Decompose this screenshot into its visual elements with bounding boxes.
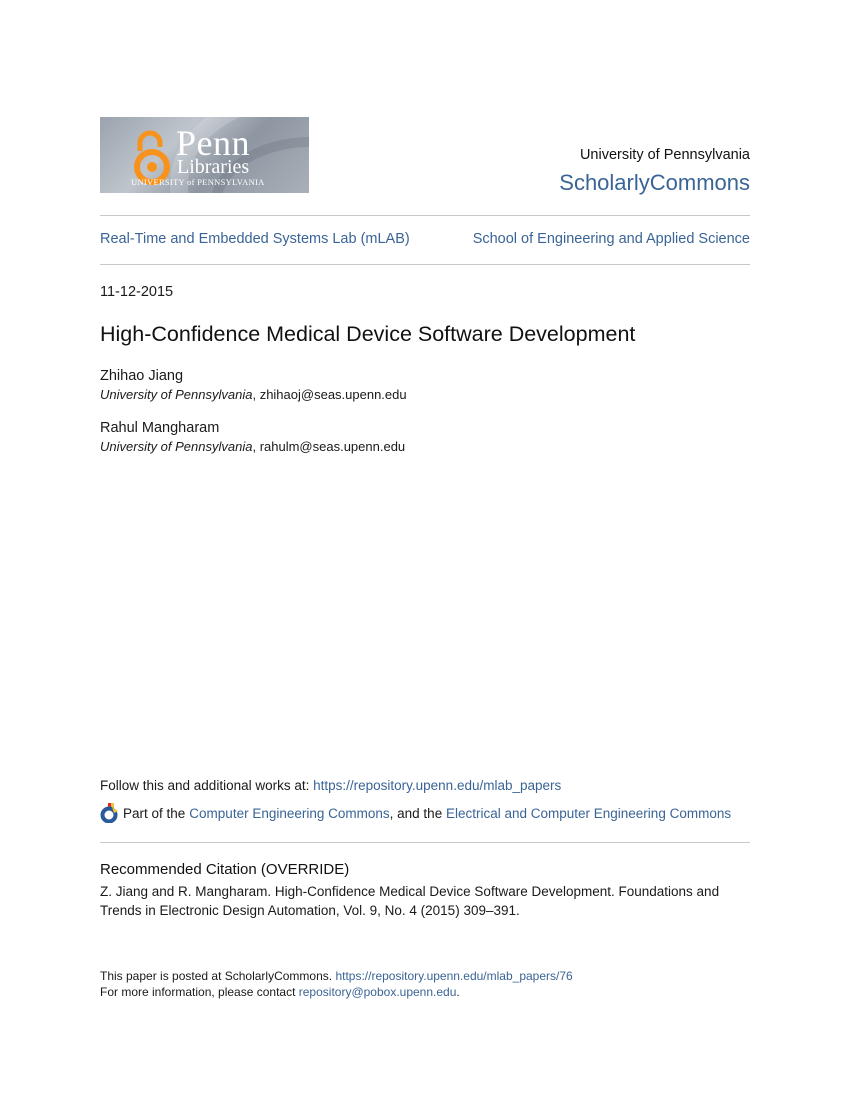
part-of-prefix: Part of the (123, 805, 186, 821)
part-of-line: Part of the Computer Engineering Commons… (100, 803, 731, 823)
computer-engineering-commons-link[interactable]: Computer Engineering Commons (189, 806, 389, 821)
institution-name: University of Pennsylvania (579, 147, 750, 163)
affiliation-institution: University of Pennsylvania (100, 387, 253, 402)
author-affiliation: University of Pennsylvania, zhihaoj@seas… (100, 387, 407, 402)
divider (100, 264, 750, 265)
divider (100, 842, 750, 843)
logo-university-text: UNIVERSITY of PENNSYLVANIA (131, 177, 265, 187)
follow-label: Follow this and additional works at: (100, 778, 314, 793)
divider (100, 215, 750, 216)
posted-line: This paper is posted at ScholarlyCommons… (100, 969, 573, 983)
paper-url-link[interactable]: https://repository.upenn.edu/mlab_papers… (335, 969, 572, 983)
posted-label: This paper is posted at ScholarlyCommons… (100, 969, 336, 983)
contact-line: For more information, please contact rep… (100, 985, 460, 999)
author-name: Zhihao Jiang (100, 368, 184, 384)
contact-label: For more information, please contact (100, 985, 299, 999)
logo-libraries-text: Libraries (177, 156, 250, 178)
electrical-computer-engineering-commons-link[interactable]: Electrical and Computer Engineering Comm… (446, 806, 731, 821)
scholarlycommons-link[interactable]: ScholarlyCommons (559, 170, 750, 196)
author-email: , rahulm@seas.upenn.edu (252, 439, 406, 454)
bepress-commons-icon (100, 803, 118, 823)
author-email: , zhihaoj@seas.upenn.edu (252, 387, 407, 402)
document-title: High-Confidence Medical Device Software … (100, 322, 636, 346)
citation-heading: Recommended Citation (OVERRIDE) (100, 861, 350, 878)
collection-url-link[interactable]: https://repository.upenn.edu/mlab_papers (313, 778, 561, 793)
citation-text: Z. Jiang and R. Mangharam. High-Confiden… (100, 884, 720, 918)
follow-line: Follow this and additional works at: htt… (100, 778, 561, 793)
penn-libraries-logo[interactable]: Penn Libraries UNIVERSITY of PENNSYLVANI… (100, 117, 309, 193)
affiliation-institution: University of Pennsylvania (100, 439, 253, 454)
breadcrumb-school-link[interactable]: School of Engineering and Applied Scienc… (473, 231, 750, 247)
breadcrumb: Real-Time and Embedded Systems Lab (mLAB… (100, 231, 750, 247)
breadcrumb-lab-link[interactable]: Real-Time and Embedded Systems Lab (mLAB… (100, 231, 410, 247)
author-affiliation: University of Pennsylvania, rahulm@seas.… (100, 439, 405, 454)
contact-email-link[interactable]: repository@pobox.upenn.edu (299, 985, 457, 999)
contact-end: . (456, 985, 460, 999)
publication-date: 11-12-2015 (100, 284, 174, 300)
part-of-middle: , and the (389, 805, 446, 821)
author-name: Rahul Mangharam (100, 420, 220, 436)
